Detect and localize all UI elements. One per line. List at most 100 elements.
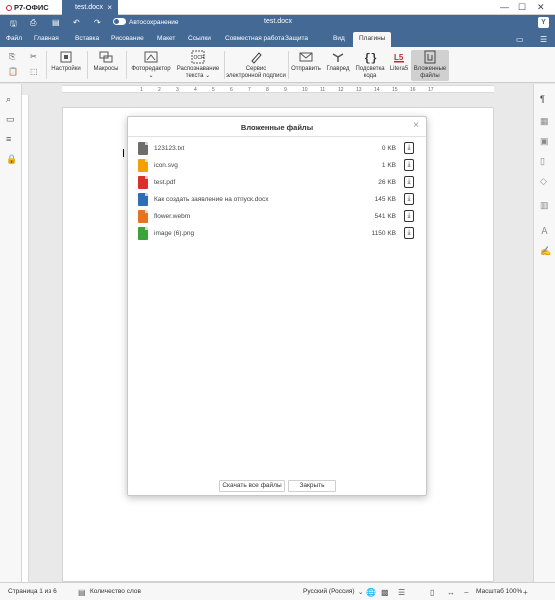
maximize-icon[interactable]: ☐: [518, 2, 526, 13]
photo-editor-button[interactable]: Фоторедактор ⌄: [130, 50, 172, 79]
ruler-mark: 15: [392, 87, 398, 93]
right-sidebar: ¶ ▦ ▣ ▯ ◇ ▥ Ａ ✍: [533, 84, 555, 582]
horizontal-ruler[interactable]: 1 2 3 4 5 6 7 8 9 10 11 12 13 14 15 16 1…: [62, 85, 494, 93]
zoom-out-icon[interactable]: −: [464, 588, 469, 597]
menu-references[interactable]: Ссылки: [188, 35, 211, 42]
fit-width-icon[interactable]: ↔: [447, 588, 455, 597]
vertical-ruler[interactable]: [22, 95, 29, 582]
autosave-toggle[interactable]: Автосохранение: [113, 18, 179, 26]
file-row[interactable]: image (6).png 1150 KB ⤓: [138, 227, 418, 241]
image-file-icon: [138, 227, 148, 240]
paste-icon[interactable]: 📋: [8, 67, 18, 76]
header-footer-icon[interactable]: ▯: [540, 156, 545, 167]
attached-files-button[interactable]: Вложенные файлы: [411, 50, 449, 81]
file-size: 541 KB: [374, 213, 396, 220]
track-changes-icon[interactable]: ☰: [398, 588, 405, 597]
file-row[interactable]: icon.svg 1 KB ⤓: [138, 159, 418, 173]
menu-protection[interactable]: Защита: [285, 35, 308, 42]
menu-insert[interactable]: Вставка: [75, 35, 99, 42]
menu-collaboration[interactable]: Совместная работа: [225, 35, 284, 42]
image-icon[interactable]: ▣: [540, 136, 549, 147]
macros-label: Макросы: [93, 66, 119, 72]
menu-view[interactable]: Вид: [333, 35, 345, 42]
download-icon[interactable]: ⤓: [404, 159, 414, 171]
document-title: test.docx: [264, 18, 293, 25]
code-highlight-button[interactable]: {} Подсветка кода: [354, 50, 386, 79]
ocr-button[interactable]: OCR Распознавание текста ⌄: [175, 50, 221, 79]
settings-button[interactable]: Настройки: [50, 50, 82, 73]
save-icon[interactable]: 🖫: [10, 18, 17, 32]
menu-layout[interactable]: Макет: [157, 35, 175, 42]
lock-icon[interactable]: 🔒: [6, 154, 17, 165]
comments-icon[interactable]: ▭: [6, 114, 15, 125]
docx-file-icon: [138, 193, 148, 206]
paragraph-icon[interactable]: ¶: [540, 94, 545, 104]
close-button[interactable]: Закрыть: [288, 480, 336, 492]
menu-icon[interactable]: ☰: [540, 35, 547, 44]
page-indicator[interactable]: Страница 1 из 6: [8, 588, 57, 595]
close-icon[interactable]: ×: [413, 120, 419, 131]
menu-file[interactable]: Файл: [6, 35, 22, 42]
close-window-icon[interactable]: ✕: [537, 2, 545, 13]
navigation-icon[interactable]: ≡: [6, 134, 11, 144]
file-name: image (6).png: [154, 230, 195, 237]
quick-print-icon[interactable]: ▤: [52, 18, 60, 27]
ruler-mark: 10: [302, 87, 308, 93]
minimize-icon[interactable]: —: [500, 2, 509, 12]
text-art-icon[interactable]: Ａ: [540, 224, 549, 237]
file-row[interactable]: flower.webm 541 KB ⤓: [138, 210, 418, 224]
zoom-level[interactable]: Масштаб 100%: [476, 588, 522, 595]
chevron-down-icon[interactable]: ⌄: [148, 73, 153, 79]
download-icon[interactable]: ⤓: [404, 210, 414, 222]
download-icon[interactable]: ⤓: [404, 176, 414, 188]
file-row[interactable]: 123123.txt 0 KB ⤓: [138, 142, 418, 156]
print-icon[interactable]: ⎙: [30, 18, 36, 28]
download-all-button[interactable]: Скачать все файлы: [219, 480, 285, 492]
e-signature-button[interactable]: Сервис электронной подписи: [226, 50, 286, 79]
download-icon[interactable]: ⤓: [404, 227, 414, 239]
file-row[interactable]: test.pdf 26 KB ⤓: [138, 176, 418, 190]
menu-home[interactable]: Главная: [34, 35, 59, 42]
toggle-switch-icon[interactable]: [113, 18, 126, 25]
copy-icon[interactable]: ⎘: [9, 52, 15, 62]
app-name: Р7-ОФИС: [14, 3, 49, 12]
chart-icon[interactable]: ▥: [540, 200, 549, 211]
signature-icon[interactable]: ✍: [540, 246, 551, 257]
glavred-button[interactable]: Главред: [324, 50, 352, 73]
download-icon[interactable]: ⤓: [404, 142, 414, 154]
menu-draw[interactable]: Рисование: [111, 35, 144, 42]
attached-files-label-2: файлы: [420, 72, 440, 79]
word-count[interactable]: Количество слов: [90, 588, 141, 595]
chevron-down-icon[interactable]: ⌄: [358, 588, 363, 596]
zoom-in-icon[interactable]: +: [523, 588, 528, 597]
send-button[interactable]: Отправить: [289, 50, 323, 73]
shape-icon[interactable]: ◇: [540, 176, 547, 187]
code-label-2: кода: [363, 72, 377, 79]
menu-plugins[interactable]: Плагины: [353, 32, 392, 47]
macros-button[interactable]: Макросы: [92, 50, 120, 73]
file-size: 0 KB: [381, 145, 396, 152]
select-icon[interactable]: ⬚: [30, 67, 38, 76]
spellcheck-icon[interactable]: ▩: [381, 588, 389, 597]
file-row[interactable]: Как создать заявление на отпуск.docx 145…: [138, 193, 418, 207]
download-icon[interactable]: ⤓: [404, 193, 414, 205]
close-tab-icon[interactable]: ×: [107, 3, 112, 12]
svg-file-icon: [138, 159, 148, 172]
globe-icon[interactable]: 🌐: [366, 588, 376, 597]
folder-icon[interactable]: ▭: [516, 35, 524, 44]
search-icon[interactable]: ⌕: [6, 94, 11, 105]
file-name: flower.webm: [154, 213, 191, 220]
svg-text:L5: L5: [394, 53, 404, 62]
language-selector[interactable]: Русский (Россия): [303, 588, 355, 595]
cut-icon[interactable]: ✂: [30, 52, 37, 61]
user-avatar[interactable]: Y: [538, 17, 549, 28]
table-icon[interactable]: ▦: [540, 116, 549, 127]
logo-icon: [6, 5, 12, 11]
litera5-button[interactable]: L5 Litera5: [388, 50, 410, 73]
chevron-down-icon[interactable]: ⌄: [204, 73, 210, 79]
undo-icon[interactable]: ↶: [73, 18, 80, 27]
file-size: 1 KB: [381, 162, 396, 169]
redo-icon[interactable]: ↷: [94, 18, 101, 27]
fit-page-icon[interactable]: ▯: [430, 588, 434, 597]
document-tab[interactable]: test.docx ×: [62, 0, 118, 15]
